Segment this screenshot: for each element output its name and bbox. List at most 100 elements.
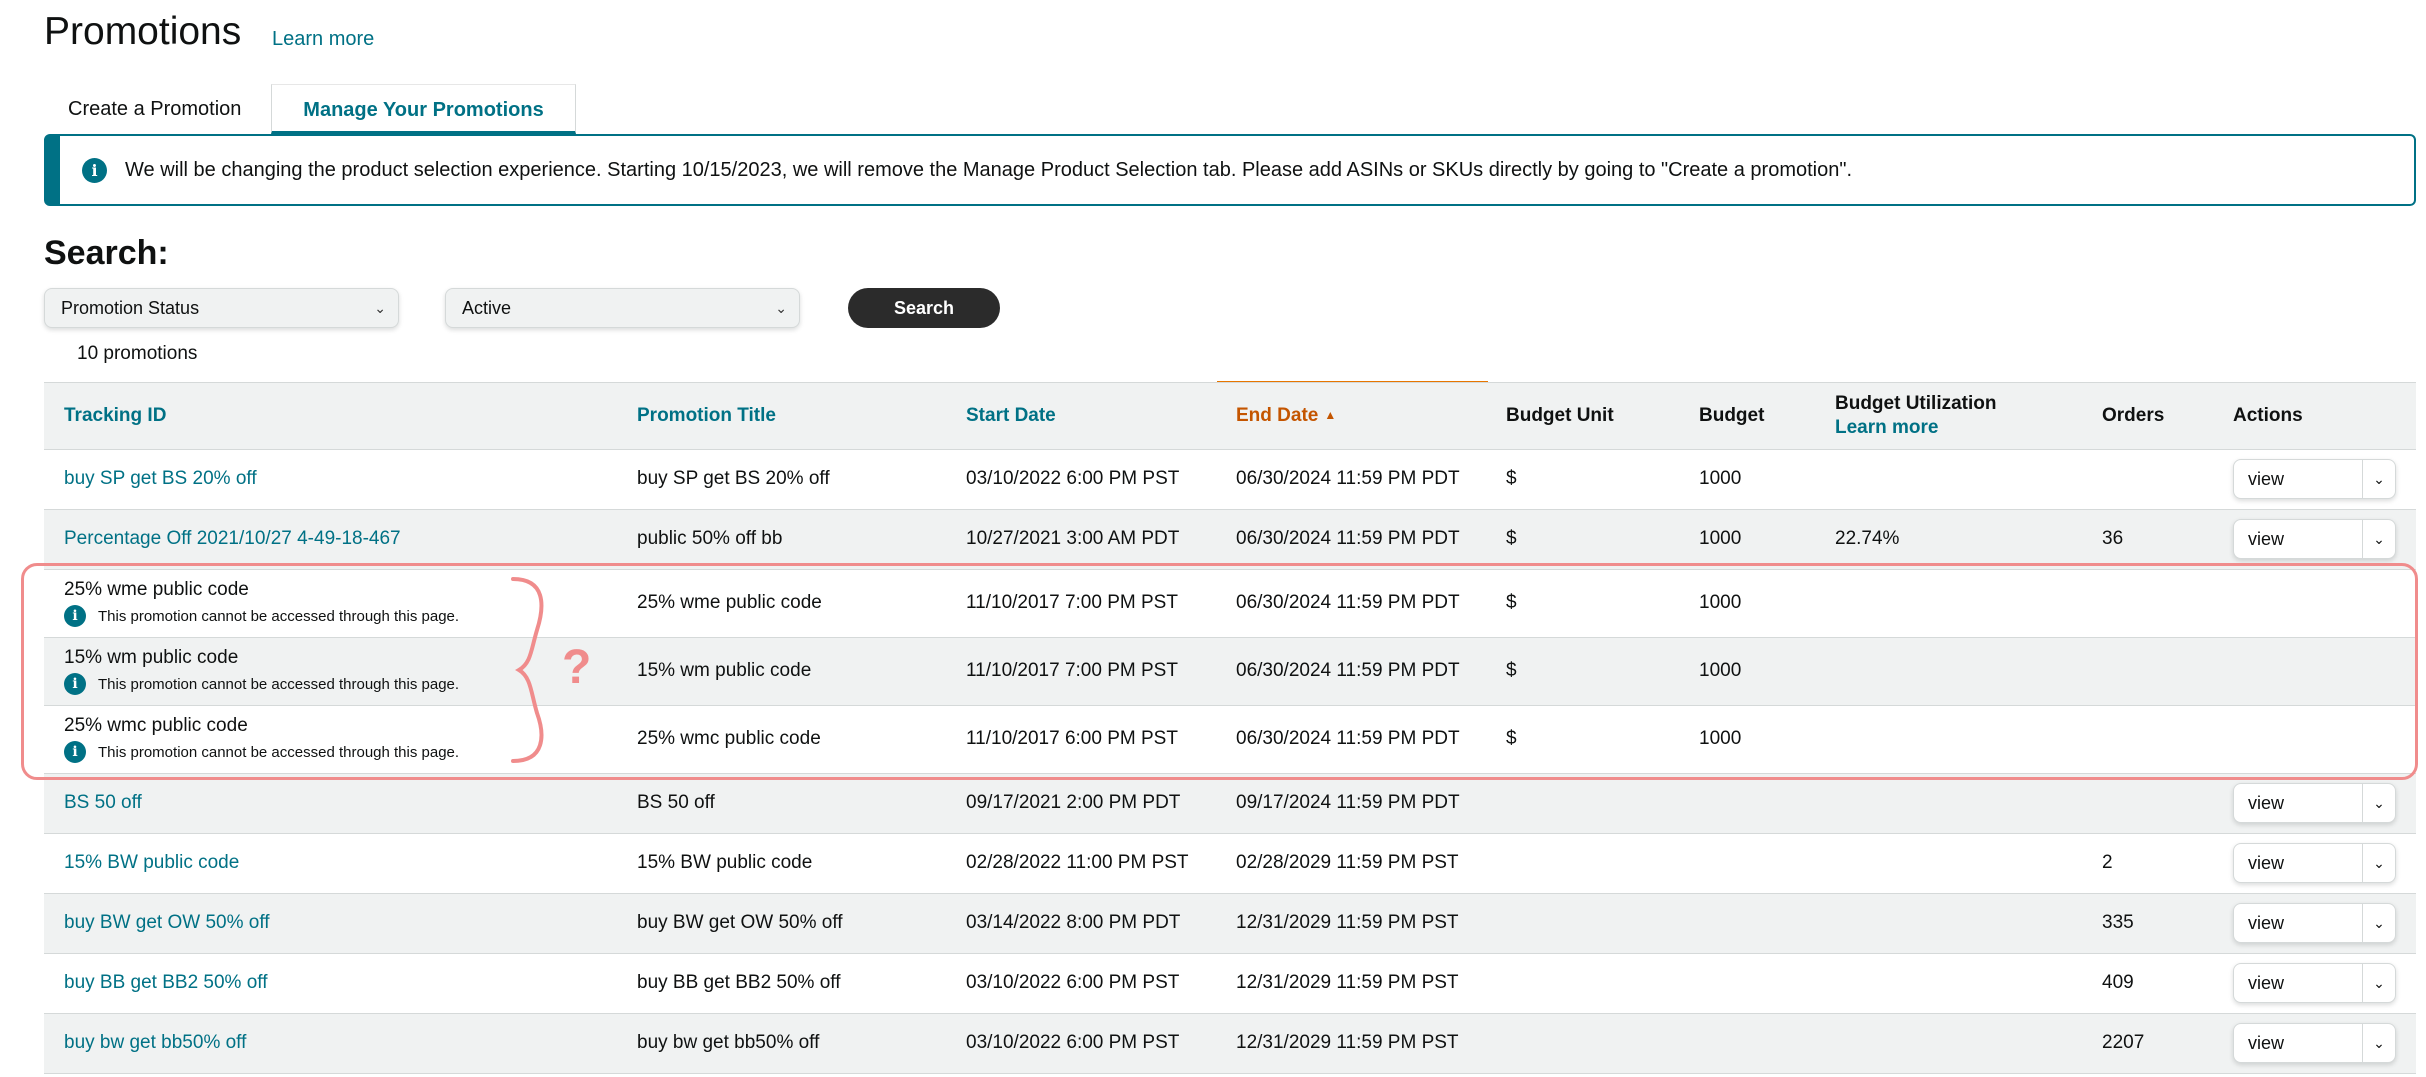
inaccessible-note-text: This promotion cannot be accessed throug… [98, 607, 460, 625]
inaccessible-note: i This promotion cannot be accessed throu… [64, 673, 617, 695]
header-tracking-id[interactable]: Tracking ID [44, 383, 617, 450]
cell-actions [2213, 705, 2416, 774]
tracking-id-text: 25% wmc public code [64, 715, 248, 736]
view-button[interactable]: view [2234, 784, 2362, 822]
cell-budget: 1000 [1679, 705, 1815, 774]
cell-tracking-id: buy BW get OW 50% off [44, 893, 617, 954]
search-button[interactable]: Search [848, 288, 1000, 328]
tab-manage-promotions[interactable]: Manage Your Promotions [271, 84, 576, 134]
view-button[interactable]: view [2234, 964, 2362, 1002]
header-budget: Budget [1679, 383, 1815, 450]
cell-actions: view ⌄ [2213, 449, 2416, 510]
chevron-down-icon[interactable]: ⌄ [2362, 784, 2395, 822]
cell-orders: 36 [2082, 509, 2213, 570]
cell-orders [2082, 569, 2213, 638]
cell-promotion-title: 25% wme public code [617, 569, 946, 638]
header-actions: Actions [2213, 383, 2416, 450]
tracking-id-link[interactable]: Percentage Off 2021/10/27 4-49-18-467 [64, 528, 401, 549]
view-button[interactable]: view [2234, 904, 2362, 942]
table-row: buy BW get OW 50% off buy BW get OW 50% o… [44, 893, 2416, 954]
chevron-down-icon[interactable]: ⌄ [2362, 1024, 2395, 1062]
cell-budget-unit: $ [1486, 509, 1679, 570]
view-split-button: view ⌄ [2233, 783, 2396, 823]
view-split-button: view ⌄ [2233, 459, 2396, 499]
view-split-button: view ⌄ [2233, 903, 2396, 943]
chevron-down-icon[interactable]: ⌄ [2362, 844, 2395, 882]
cell-start-date: 03/10/2022 6:00 PM PST [946, 953, 1216, 1014]
chevron-down-icon[interactable]: ⌄ [2362, 520, 2395, 558]
cell-promotion-title: public 50% off bb [617, 509, 946, 570]
cell-start-date: 02/28/2022 11:00 PM PST [946, 833, 1216, 894]
cell-budget-utilization: 22.74% [1815, 509, 2082, 570]
chevron-down-icon[interactable]: ⌄ [2362, 460, 2395, 498]
cell-orders [2082, 705, 2213, 774]
table-header-row: Tracking ID Promotion Title Start Date E… [44, 383, 2416, 450]
cell-tracking-id: Percentage Off 2021/10/27 4-49-18-467 [44, 509, 617, 570]
filter-value-select[interactable]: Active ⌄ [445, 288, 800, 328]
header-end-date-label: End Date [1236, 404, 1319, 426]
header-promotion-title[interactable]: Promotion Title [617, 383, 946, 450]
cell-end-date: 06/30/2024 11:59 PM PDT [1216, 569, 1486, 638]
chevron-down-icon[interactable]: ⌄ [2362, 964, 2395, 1002]
info-icon: i [64, 741, 86, 763]
result-count: 10 promotions [77, 343, 198, 364]
cell-budget-utilization [1815, 637, 2082, 706]
cell-promotion-title: buy bw get bb50% off [617, 1013, 946, 1074]
view-button[interactable]: view [2234, 520, 2362, 558]
tracking-id-link[interactable]: buy bw get bb50% off [64, 1032, 246, 1053]
cell-budget-utilization [1815, 833, 2082, 894]
table-row: 25% wmc public code i This promotion canno… [44, 705, 2416, 774]
tracking-id-text: 15% wm public code [64, 647, 239, 668]
cell-budget-utilization [1815, 893, 2082, 954]
cell-budget [1679, 953, 1815, 1014]
tracking-id-link[interactable]: 15% BW public code [64, 852, 239, 873]
cell-end-date: 06/30/2024 11:59 PM PDT [1216, 705, 1486, 774]
view-button[interactable]: view [2234, 844, 2362, 882]
cell-orders [2082, 449, 2213, 510]
cell-tracking-id: BS 50 off [44, 773, 617, 834]
inaccessible-note: i This promotion cannot be accessed throu… [64, 741, 617, 763]
chevron-down-icon[interactable]: ⌄ [2362, 904, 2395, 942]
info-icon: i [82, 157, 107, 183]
tab-create-promotion[interactable]: Create a Promotion [44, 84, 265, 134]
info-icon: i [64, 673, 86, 695]
cell-tracking-id: 25% wme public code i This promotion canno… [44, 569, 617, 638]
cell-promotion-title: buy BB get BB2 50% off [617, 953, 946, 1014]
cell-end-date: 06/30/2024 11:59 PM PDT [1216, 449, 1486, 510]
header-end-date[interactable]: End Date ▲ [1216, 383, 1486, 450]
tracking-id-link[interactable]: buy BW get OW 50% off [64, 912, 270, 933]
cell-actions: view ⌄ [2213, 833, 2416, 894]
cell-budget-unit: $ [1486, 569, 1679, 638]
chevron-down-icon: ⌄ [374, 300, 386, 316]
tracking-id-link[interactable]: buy BB get BB2 50% off [64, 972, 268, 993]
tracking-id-link[interactable]: buy SP get BS 20% off [64, 468, 257, 489]
cell-start-date: 10/27/2021 3:00 AM PDT [946, 509, 1216, 570]
table-row: 25% wme public code i This promotion canno… [44, 569, 2416, 638]
cell-tracking-id: buy bw get bb50% off [44, 1013, 617, 1074]
filter-field-select[interactable]: Promotion Status ⌄ [44, 288, 399, 328]
info-alert: i We will be changing the product select… [44, 134, 2416, 206]
cell-end-date: 06/30/2024 11:59 PM PDT [1216, 509, 1486, 570]
learn-more-link[interactable]: Learn more [272, 28, 374, 51]
alert-text: We will be changing the product selectio… [125, 158, 1853, 181]
header-orders: Orders [2082, 383, 2213, 450]
header-budget-utilization-label: Budget Utilization [1835, 392, 1997, 414]
cell-budget-unit [1486, 773, 1679, 834]
budget-utilization-learn-more[interactable]: Learn more [1835, 417, 2082, 439]
view-button[interactable]: view [2234, 1024, 2362, 1062]
header-start-date[interactable]: Start Date [946, 383, 1216, 450]
table-row: buy bw get bb50% off buy bw get bb50% off… [44, 1013, 2416, 1074]
cell-orders [2082, 773, 2213, 834]
tracking-id-link[interactable]: BS 50 off [64, 792, 142, 813]
cell-budget-unit: $ [1486, 705, 1679, 774]
cell-budget [1679, 773, 1815, 834]
table-row: buy SP get BS 20% off buy SP get BS 20% o… [44, 449, 2416, 510]
view-button[interactable]: view [2234, 460, 2362, 498]
cell-budget: 1000 [1679, 449, 1815, 510]
cell-orders: 2207 [2082, 1013, 2213, 1074]
cell-promotion-title: 15% wm public code [617, 637, 946, 706]
inaccessible-note: i This promotion cannot be accessed throu… [64, 605, 617, 627]
cell-promotion-title: 25% wmc public code [617, 705, 946, 774]
filter-value-value: Active [462, 298, 512, 318]
cell-budget-unit [1486, 893, 1679, 954]
